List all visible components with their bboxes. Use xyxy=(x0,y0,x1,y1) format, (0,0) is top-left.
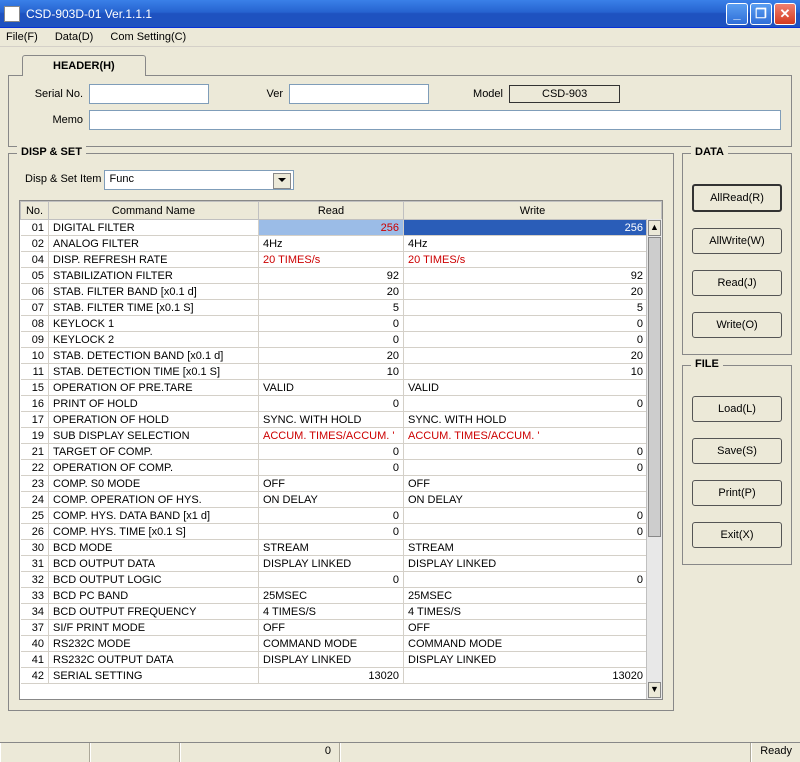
write-button[interactable]: Write(O) xyxy=(692,312,782,338)
table-row[interactable]: 07STAB. FILTER TIME [x0.1 S]55 xyxy=(21,300,662,316)
scroll-up-icon[interactable]: ▲ xyxy=(648,220,661,236)
memo-input[interactable] xyxy=(89,110,781,130)
table-row[interactable]: 31BCD OUTPUT DATADISPLAY LINKEDDISPLAY L… xyxy=(21,556,662,572)
table-row[interactable]: 08KEYLOCK 100 xyxy=(21,316,662,332)
table-row[interactable]: 02ANALOG FILTER4Hz4Hz xyxy=(21,236,662,252)
app-icon xyxy=(4,6,20,22)
table-row[interactable]: 04DISP. REFRESH RATE20 TIMES/s20 TIMES/s xyxy=(21,252,662,268)
table-row[interactable]: 21TARGET OF COMP.00 xyxy=(21,444,662,460)
scroll-thumb[interactable] xyxy=(648,237,661,537)
table-row[interactable]: 01DIGITAL FILTER256256 xyxy=(21,220,662,236)
data-group-title: DATA xyxy=(691,146,728,158)
menu-data[interactable]: Data(D) xyxy=(55,31,94,43)
model-value: CSD-903 xyxy=(509,85,620,103)
table-row[interactable]: 22OPERATION OF COMP.00 xyxy=(21,460,662,476)
table-row[interactable]: 17OPERATION OF HOLDSYNC. WITH HOLDSYNC. … xyxy=(21,412,662,428)
table-row[interactable]: 15OPERATION OF PRE.TAREVALIDVALID xyxy=(21,380,662,396)
table-row[interactable]: 23COMP. S0 MODEOFFOFF xyxy=(21,476,662,492)
table-row[interactable]: 32BCD OUTPUT LOGIC00 xyxy=(21,572,662,588)
data-group: DATA AllRead(R) AllWrite(W) Read(J) Writ… xyxy=(682,153,792,355)
save-button[interactable]: Save(S) xyxy=(692,438,782,464)
exit-button[interactable]: Exit(X) xyxy=(692,522,782,548)
table-row[interactable]: 11STAB. DETECTION TIME [x0.1 S]1010 xyxy=(21,364,662,380)
table-row[interactable]: 19SUB DISPLAY SELECTIONACCUM. TIMES/ACCU… xyxy=(21,428,662,444)
model-label: Model xyxy=(429,88,509,100)
print-button[interactable]: Print(P) xyxy=(692,480,782,506)
read-button[interactable]: Read(J) xyxy=(692,270,782,296)
table-row[interactable]: 05STABILIZATION FILTER9292 xyxy=(21,268,662,284)
table-row[interactable]: 24COMP. OPERATION OF HYS.ON DELAYON DELA… xyxy=(21,492,662,508)
table-row[interactable]: 37SI/F PRINT MODEOFFOFF xyxy=(21,620,662,636)
disp-set-panel: DISP & SET Disp & Set Item Func No. Comm… xyxy=(8,153,674,711)
table-row[interactable]: 41RS232C OUTPUT DATADISPLAY LINKEDDISPLA… xyxy=(21,652,662,668)
table-row[interactable]: 25COMP. HYS. DATA BAND [x1 d]00 xyxy=(21,508,662,524)
disp-set-item-combo[interactable]: Func xyxy=(104,170,294,190)
table-row[interactable]: 26COMP. HYS. TIME [x0.1 S]00 xyxy=(21,524,662,540)
allread-button[interactable]: AllRead(R) xyxy=(692,184,782,212)
statusbar: 0 Ready xyxy=(0,742,800,762)
header-panel: Serial No. Ver Model CSD-903 Memo xyxy=(8,75,792,147)
table-row[interactable]: 06STAB. FILTER BAND [x0.1 d]2020 xyxy=(21,284,662,300)
disp-set-item-label: Disp & Set Item xyxy=(25,173,101,185)
scroll-down-icon[interactable]: ▼ xyxy=(648,682,661,698)
tab-header[interactable]: HEADER(H) xyxy=(22,55,146,76)
maximize-button[interactable]: ❐ xyxy=(750,3,772,25)
menu-file[interactable]: File(F) xyxy=(6,31,38,43)
memo-label: Memo xyxy=(19,114,89,126)
table-row[interactable]: 34BCD OUTPUT FREQUENCY4 TIMES/S4 TIMES/S xyxy=(21,604,662,620)
menu-com-setting[interactable]: Com Setting(C) xyxy=(110,31,186,43)
ver-input[interactable] xyxy=(289,84,429,104)
menubar: File(F) Data(D) Com Setting(C) xyxy=(0,28,800,47)
load-button[interactable]: Load(L) xyxy=(692,396,782,422)
disp-set-title: DISP & SET xyxy=(17,146,86,158)
col-command[interactable]: Command Name xyxy=(49,202,259,220)
col-read[interactable]: Read xyxy=(259,202,404,220)
status-ready: Ready xyxy=(751,743,800,762)
minimize-button[interactable]: _ xyxy=(726,3,748,25)
titlebar: CSD-903D-01 Ver.1.1.1 _ ❐ ✕ xyxy=(0,0,800,28)
table-row[interactable]: 09KEYLOCK 200 xyxy=(21,332,662,348)
table-row[interactable]: 33BCD PC BAND25MSEC25MSEC xyxy=(21,588,662,604)
serial-input[interactable] xyxy=(89,84,209,104)
command-table: No. Command Name Read Write 01DIGITAL FI… xyxy=(19,200,663,700)
col-write[interactable]: Write xyxy=(404,202,662,220)
table-row[interactable]: 30BCD MODESTREAMSTREAM xyxy=(21,540,662,556)
file-group-title: FILE xyxy=(691,358,723,370)
table-row[interactable]: 10STAB. DETECTION BAND [x0.1 d]2020 xyxy=(21,348,662,364)
window-title: CSD-903D-01 Ver.1.1.1 xyxy=(26,7,724,21)
ver-label: Ver xyxy=(209,88,289,100)
file-group: FILE Load(L) Save(S) Print(P) Exit(X) xyxy=(682,365,792,565)
scrollbar[interactable]: ▲ ▼ xyxy=(646,219,662,699)
table-row[interactable]: 40RS232C MODECOMMAND MODECOMMAND MODE xyxy=(21,636,662,652)
serial-label: Serial No. xyxy=(19,88,89,100)
allwrite-button[interactable]: AllWrite(W) xyxy=(692,228,782,254)
table-row[interactable]: 16PRINT OF HOLD00 xyxy=(21,396,662,412)
status-center: 0 xyxy=(180,743,340,762)
close-button[interactable]: ✕ xyxy=(774,3,796,25)
table-row[interactable]: 42SERIAL SETTING1302013020 xyxy=(21,668,662,684)
col-no[interactable]: No. xyxy=(21,202,49,220)
